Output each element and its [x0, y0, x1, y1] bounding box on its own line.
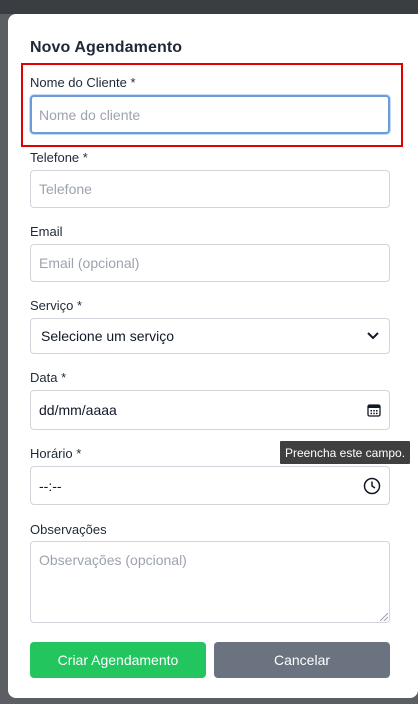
horario-label: Horário * [30, 446, 82, 461]
horario-input[interactable]: --:-- [30, 466, 390, 505]
observacoes-textarea[interactable] [30, 541, 390, 623]
cliente-label: Nome do Cliente * [30, 75, 136, 90]
validation-tooltip: Preencha este campo. [280, 441, 410, 464]
horario-value: --:-- [39, 477, 62, 494]
telefone-label: Telefone * [30, 150, 88, 165]
chevron-down-icon [367, 332, 379, 340]
appointment-modal: Novo Agendamento Nome do Cliente * Telef… [8, 14, 418, 698]
email-label: Email [30, 224, 63, 239]
modal-title: Novo Agendamento [30, 39, 183, 56]
observacoes-label: Observações [30, 522, 107, 537]
calendar-icon[interactable] [367, 403, 381, 417]
servico-label: Serviço * [30, 298, 83, 313]
resize-handle-icon[interactable] [380, 613, 388, 621]
cancel-button[interactable]: Cancelar [214, 642, 390, 678]
servico-select[interactable]: Selecione um serviço [30, 318, 390, 354]
background-header [0, 0, 418, 14]
email-input[interactable] [30, 244, 390, 282]
data-input[interactable]: dd/mm/aaaa [30, 390, 390, 430]
create-appointment-button[interactable]: Criar Agendamento [30, 642, 206, 678]
servico-selected-value: Selecione um serviço [41, 328, 175, 344]
telefone-input[interactable] [30, 170, 390, 208]
data-label: Data * [30, 370, 67, 385]
data-value: dd/mm/aaaa [39, 402, 117, 418]
cliente-input[interactable] [30, 95, 390, 134]
observacoes-wrapper [30, 541, 390, 623]
clock-icon[interactable] [363, 477, 381, 495]
